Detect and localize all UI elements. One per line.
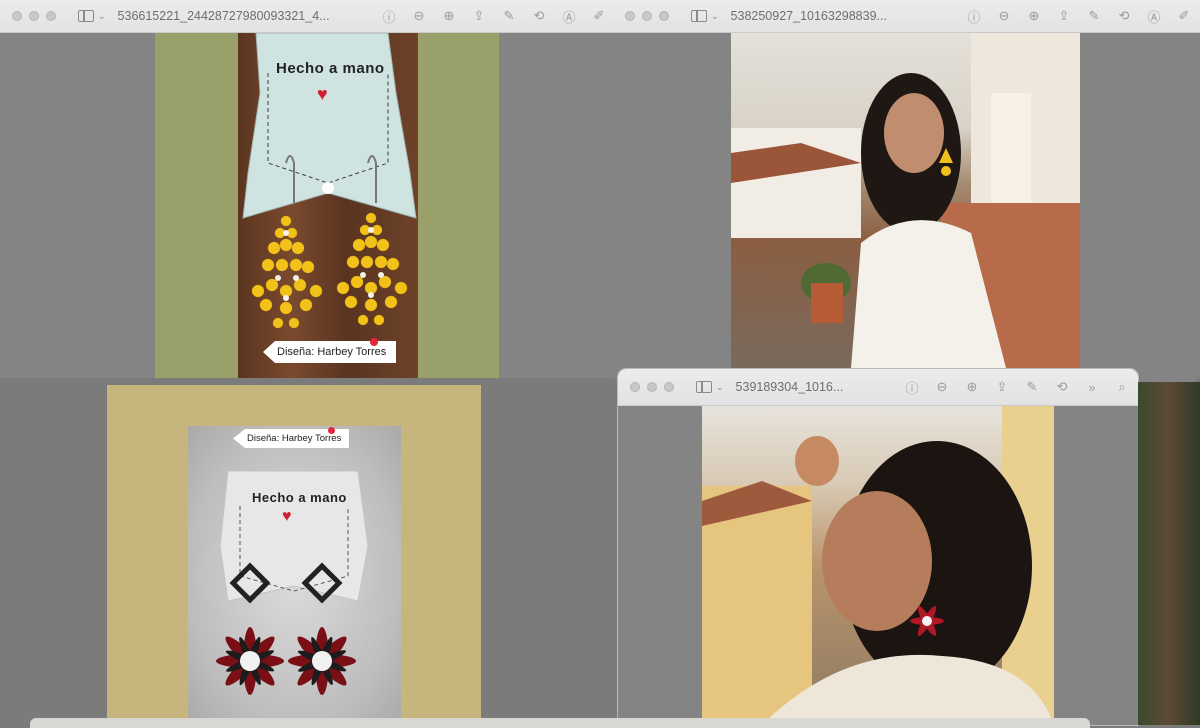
rotate-icon[interactable]: ⟲ bbox=[531, 8, 547, 24]
rotate-icon-3[interactable]: ⟲ bbox=[1054, 379, 1070, 395]
chevron-down-icon-2[interactable]: ⌄ bbox=[711, 11, 719, 22]
preview-window-yellow-earrings: ⌄ 536615221_24428727980093321_4... ⓘ ⊖ ⊕… bbox=[0, 0, 615, 378]
close-button[interactable] bbox=[12, 11, 22, 21]
annotate-icon[interactable]: Ⓐ bbox=[561, 8, 577, 25]
traffic-lights bbox=[12, 11, 56, 21]
markup-icon-2[interactable]: ✎ bbox=[1086, 8, 1102, 24]
share-icon-2[interactable]: ⇪ bbox=[1056, 8, 1072, 24]
rotate-icon-2[interactable]: ⟲ bbox=[1116, 8, 1132, 24]
heart-icon: ♥ bbox=[317, 84, 328, 104]
toolbar: ⓘ ⊖ ⊕ ⇪ ✎ ⟲ Ⓐ ✐ bbox=[381, 0, 607, 32]
zoom-button[interactable] bbox=[46, 11, 56, 21]
image-canvas-2 bbox=[613, 33, 1200, 382]
share-icon-3[interactable]: ⇪ bbox=[994, 379, 1010, 395]
window-titlebar-3[interactable]: ⌄ 539189304_1016... ⓘ ⊖ ⊕ ⇪ ✎ ⟲ » ⌕ bbox=[618, 369, 1138, 406]
profile-scene-svg bbox=[702, 406, 1054, 725]
earrings-photo-yellow: Hecho a mano ♥ Diseña: Harbey Torres bbox=[238, 33, 418, 378]
traffic-lights-3 bbox=[630, 382, 674, 392]
preview-window-red-earrings: Hecho a mano ♥ Diseña: Harbey Torres bbox=[0, 385, 618, 725]
zoom-in-icon-3[interactable]: ⊕ bbox=[964, 379, 980, 395]
zoom-in-icon[interactable]: ⊕ bbox=[441, 8, 457, 24]
info-icon[interactable]: ⓘ bbox=[381, 8, 397, 25]
sidebar-icon-3[interactable] bbox=[696, 381, 712, 393]
woman-profile-photo bbox=[702, 406, 1054, 725]
close-button-3[interactable] bbox=[630, 382, 640, 392]
minimize-button-2[interactable] bbox=[642, 11, 652, 21]
info-icon-3[interactable]: ⓘ bbox=[904, 379, 920, 396]
card-text: Hecho a mano bbox=[276, 60, 385, 77]
window-titlebar-2[interactable]: ⌄ 538250927_10163298839... ⓘ ⊖ ⊕ ⇪ ✎ ⟲ Ⓐ… bbox=[613, 0, 1200, 33]
markup-icon-3[interactable]: ✎ bbox=[1024, 379, 1040, 395]
minimize-button[interactable] bbox=[29, 11, 39, 21]
window-title: 536615221_24428727980093321_4... bbox=[117, 9, 330, 23]
info-icon-2[interactable]: ⓘ bbox=[966, 8, 982, 25]
window-title-2: 538250927_10163298839... bbox=[730, 9, 887, 23]
chevron-down-icon-3[interactable]: ⌄ bbox=[716, 382, 724, 393]
sidebar-icon[interactable] bbox=[78, 10, 94, 22]
zoom-button-2[interactable] bbox=[659, 11, 669, 21]
zoom-out-icon-2[interactable]: ⊖ bbox=[996, 8, 1012, 24]
sidebar-icon-2[interactable] bbox=[691, 10, 707, 22]
woman-balcony-photo bbox=[731, 33, 1080, 368]
preview-window-woman-profile: ⌄ 539189304_1016... ⓘ ⊖ ⊕ ⇪ ✎ ⟲ » ⌕ bbox=[618, 369, 1138, 725]
traffic-lights-2 bbox=[625, 11, 669, 21]
minimize-button-3[interactable] bbox=[647, 382, 657, 392]
chevron-down-icon[interactable]: ⌄ bbox=[98, 11, 106, 22]
annotate-icon-2[interactable]: Ⓐ bbox=[1146, 8, 1162, 25]
search-icon-3[interactable]: ⌕ bbox=[1114, 379, 1130, 395]
window-titlebar[interactable]: ⌄ 536615221_24428727980093321_4... ⓘ ⊖ ⊕… bbox=[0, 0, 615, 33]
zoom-out-icon-3[interactable]: ⊖ bbox=[934, 379, 950, 395]
earring-card-svg bbox=[242, 33, 417, 329]
earring-card-svg-red bbox=[216, 470, 369, 695]
heart-icon-red: ♥ bbox=[282, 508, 292, 525]
zoom-in-icon-2[interactable]: ⊕ bbox=[1026, 8, 1042, 24]
preview-window-woman-balcony: ⌄ 538250927_10163298839... ⓘ ⊖ ⊕ ⇪ ✎ ⟲ Ⓐ… bbox=[613, 0, 1200, 382]
balcony-scene-svg bbox=[731, 33, 1080, 368]
edit-icon-2[interactable]: ✐ bbox=[1176, 8, 1192, 24]
earrings-photo-red: Hecho a mano ♥ Diseña: Harbey Torres bbox=[188, 426, 401, 725]
tag-pin-icon-red bbox=[328, 427, 335, 434]
edit-icon[interactable]: ✐ bbox=[591, 8, 607, 24]
zoom-out-icon[interactable]: ⊖ bbox=[411, 8, 427, 24]
more-icon-3[interactable]: » bbox=[1084, 379, 1100, 395]
background-photo-strip bbox=[1138, 382, 1200, 725]
toolbar-2: ⓘ ⊖ ⊕ ⇪ ✎ ⟲ Ⓐ ✐ bbox=[966, 0, 1192, 32]
card-text-red: Hecho a mano bbox=[252, 490, 347, 505]
share-icon[interactable]: ⇪ bbox=[471, 8, 487, 24]
window-title-3: 539189304_1016... bbox=[735, 380, 844, 394]
close-button-2[interactable] bbox=[625, 11, 635, 21]
dock-edge bbox=[30, 718, 1090, 728]
image-canvas-3 bbox=[618, 406, 1138, 725]
zoom-button-3[interactable] bbox=[664, 382, 674, 392]
toolbar-3: ⓘ ⊖ ⊕ ⇪ ✎ ⟲ » ⌕ bbox=[904, 369, 1130, 405]
image-canvas: Hecho a mano ♥ Diseña: Harbey Torres bbox=[0, 33, 615, 378]
tag-pin-icon bbox=[370, 338, 378, 346]
markup-icon[interactable]: ✎ bbox=[501, 8, 517, 24]
